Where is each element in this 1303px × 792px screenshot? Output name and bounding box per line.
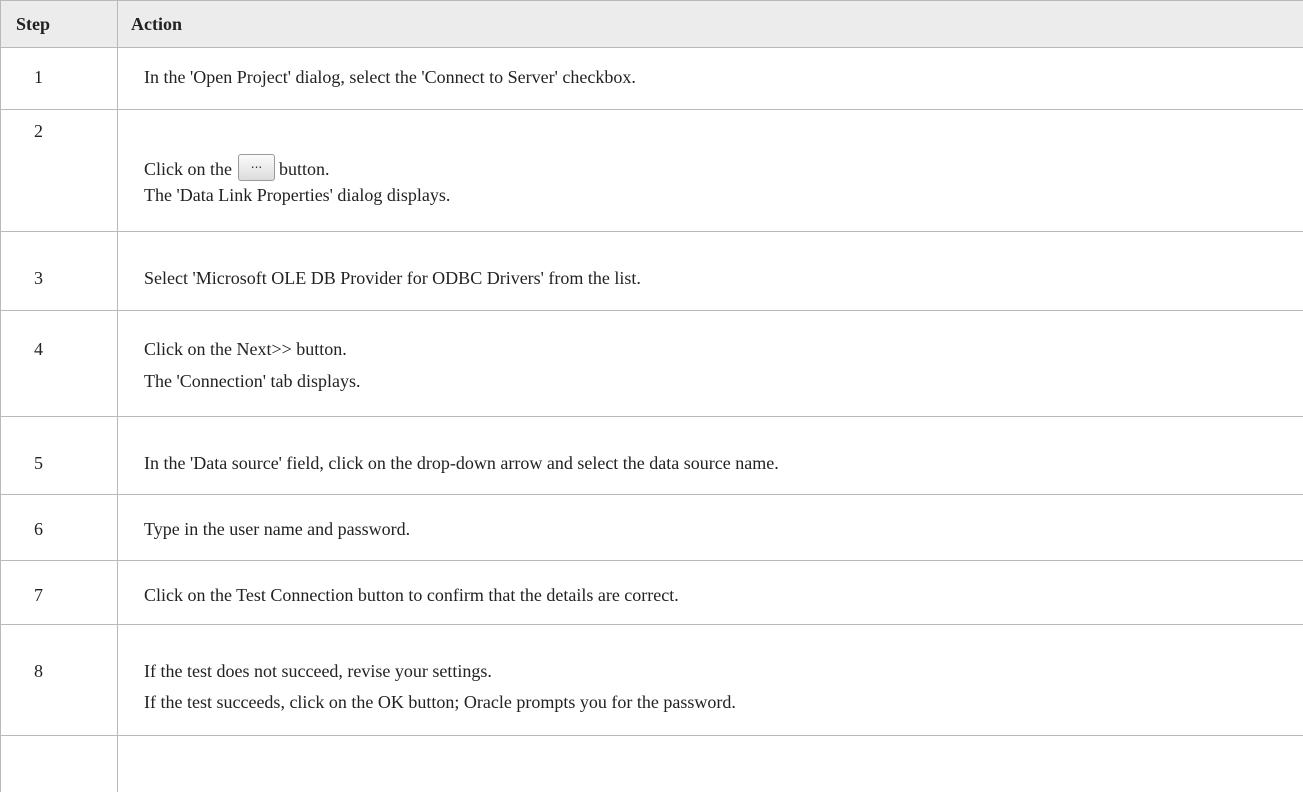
table-left-border [0,0,1,792]
action-text: Click on the Test Connection button to c… [144,585,679,605]
row-divider [0,231,1303,232]
header-action: Action [131,14,182,34]
step-number: 4 [34,339,43,359]
step-number: 1 [34,67,43,87]
row-divider [0,416,1303,417]
ellipsis-button-icon: ... [238,154,275,181]
action-text: The 'Data Link Properties' dialog displa… [144,185,451,205]
table-header-row: Step Action [0,0,1303,48]
step-number: 3 [34,268,43,288]
step-number: 7 [34,585,43,605]
step-number: 6 [34,519,43,539]
row-divider [0,494,1303,495]
action-text: In the 'Open Project' dialog, select the… [144,67,636,87]
action-text: Click on the... button. [144,154,330,181]
ellipsis-label: ... [250,157,263,171]
row-divider [0,560,1303,561]
action-text: Click on the Next>> button. [144,339,347,359]
action-text: If the test succeeds, click on the OK bu… [144,692,736,712]
header-step: Step [16,14,51,34]
action-text-part: button. [279,159,330,179]
action-text: In the 'Data source' field, click on the… [144,453,779,473]
row-divider [0,310,1303,311]
action-text: The 'Connection' tab displays. [144,371,361,391]
action-text-part: Click on the [144,159,232,179]
step-number: 8 [34,661,43,681]
action-text: If the test does not succeed, revise you… [144,661,492,681]
step-number: 5 [34,453,43,473]
row-divider [0,109,1303,110]
row-divider [0,735,1303,736]
action-text: Type in the user name and password. [144,519,411,539]
step-number: 2 [34,121,43,141]
column-divider [117,0,118,792]
row-divider [0,624,1303,625]
action-text: Select 'Microsoft OLE DB Provider for OD… [144,268,641,288]
